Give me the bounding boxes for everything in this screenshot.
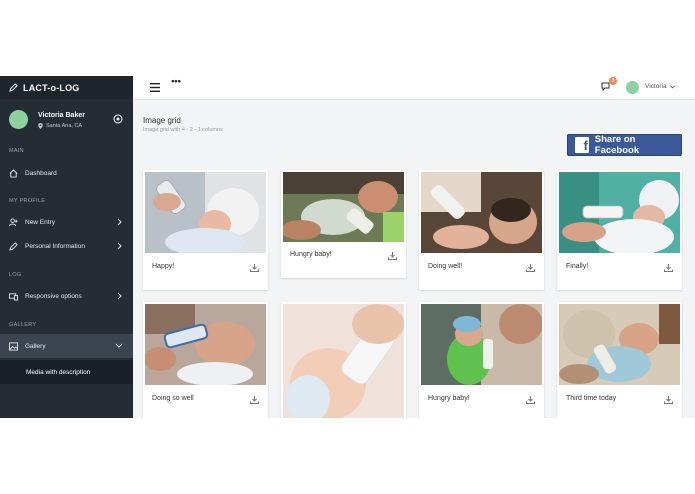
- sidebar-item-label: Dashboard: [25, 169, 57, 177]
- download-icon[interactable]: [250, 264, 259, 272]
- download-icon[interactable]: [250, 396, 259, 404]
- notification-badge: 3: [609, 77, 617, 85]
- settings-icon[interactable]: [113, 114, 123, 124]
- sidebar-item-label: Responsive options: [25, 292, 82, 300]
- download-icon[interactable]: [388, 252, 397, 260]
- sidebar-item-gallery[interactable]: Gallery: [0, 334, 133, 358]
- share-facebook-label: Share on Facebook: [594, 134, 640, 156]
- card-caption: Third time today: [566, 395, 617, 402]
- main-content: Image grid Image grid with 4 - 2 - 1 col…: [133, 100, 695, 418]
- photo-baby-bottle[interactable]: [145, 304, 266, 385]
- section-gallery: GALLERY: [9, 322, 37, 328]
- sidebar-subitem-media-with-description[interactable]: Media with description: [0, 360, 133, 384]
- facebook-icon: f: [575, 137, 589, 153]
- card-caption: Happy!: [152, 263, 175, 270]
- photo-baby-bottle[interactable]: [145, 172, 266, 253]
- app-window: LACT-o-LOG Victoria Baker Santa Ana, CA …: [0, 76, 695, 418]
- card-caption: Hungry baby!: [428, 395, 470, 402]
- image-icon: [9, 341, 18, 351]
- location-pin-icon: [38, 123, 43, 129]
- download-icon[interactable]: [664, 396, 673, 404]
- sidebar-item-label: New Entry: [25, 218, 55, 226]
- sidebar-item-label: Gallery: [25, 342, 46, 350]
- sidebar-item-dashboard[interactable]: Dashboard: [0, 161, 133, 185]
- section-my-profile: MY PROFILE: [9, 198, 46, 204]
- sidebar-item-personal-information[interactable]: Personal Information: [0, 234, 133, 258]
- menu-icon[interactable]: [150, 83, 160, 92]
- user-menu[interactable]: Victoria: [645, 83, 675, 90]
- profile-block: Victoria Baker Santa Ana, CA: [0, 99, 133, 151]
- sidebar: LACT-o-LOG Victoria Baker Santa Ana, CA …: [0, 76, 133, 418]
- download-icon[interactable]: [526, 396, 535, 404]
- card-caption: Hungry baby!: [290, 251, 332, 258]
- section-log: LOG: [9, 272, 22, 278]
- photo-baby-bottle[interactable]: [283, 304, 404, 418]
- more-icon[interactable]: •••: [170, 77, 182, 89]
- chevron-down-icon: [669, 84, 675, 88]
- page-subtitle: Image grid with 4 - 2 - 1 columns: [143, 127, 223, 133]
- card-caption: Finally!: [566, 263, 589, 270]
- brand-name: LACT-o-LOG: [23, 82, 80, 93]
- image-card[interactable]: Hungry baby!: [281, 170, 406, 278]
- pencil-icon: [9, 241, 18, 251]
- user-avatar[interactable]: [626, 81, 639, 94]
- responsive-icon: [9, 292, 18, 301]
- profile-location: Santa Ana, CA: [38, 123, 82, 129]
- user-plus-icon: [9, 217, 18, 227]
- card-caption: Doing so well: [152, 395, 194, 402]
- chevron-right-icon: [117, 242, 122, 250]
- sidebar-item-label: Personal Information: [25, 242, 85, 250]
- image-card[interactable]: Doing well!: [419, 170, 544, 290]
- image-card[interactable]: Hungry baby!: [419, 302, 544, 418]
- card-caption: Doing well!: [428, 263, 463, 270]
- brand[interactable]: LACT-o-LOG: [0, 76, 133, 99]
- topbar: ••• 3 Victoria: [133, 76, 695, 100]
- chevron-down-icon: [115, 343, 123, 348]
- sidebar-item-new-entry[interactable]: New Entry: [0, 210, 133, 234]
- photo-baby-bottle[interactable]: [421, 304, 542, 385]
- avatar[interactable]: [9, 110, 28, 129]
- download-icon[interactable]: [664, 264, 673, 272]
- photo-baby-bottle[interactable]: [421, 172, 542, 253]
- profile-location-text: Santa Ana, CA: [46, 123, 83, 129]
- photo-baby-bottle[interactable]: [283, 172, 404, 242]
- photo-baby-bottle[interactable]: [559, 172, 680, 253]
- sidebar-item-responsive-options[interactable]: Responsive options: [0, 284, 133, 308]
- share-facebook-button[interactable]: f Share on Facebook: [567, 134, 682, 156]
- page-title: Image grid: [143, 116, 181, 125]
- pen-icon: [9, 83, 18, 92]
- chevron-right-icon: [117, 292, 122, 300]
- image-card[interactable]: [281, 302, 406, 418]
- profile-name: Victoria Baker: [38, 112, 85, 119]
- image-card[interactable]: Finally!: [557, 170, 682, 290]
- home-icon: [9, 168, 18, 178]
- download-icon[interactable]: [526, 264, 535, 272]
- photo-baby-bottle[interactable]: [559, 304, 680, 385]
- user-name: Victoria: [645, 83, 667, 90]
- chevron-right-icon: [117, 218, 122, 226]
- image-card[interactable]: Doing so well: [143, 302, 268, 418]
- section-main: MAIN: [9, 148, 24, 154]
- image-card[interactable]: Happy!: [143, 170, 268, 290]
- image-card[interactable]: Third time today: [557, 302, 682, 418]
